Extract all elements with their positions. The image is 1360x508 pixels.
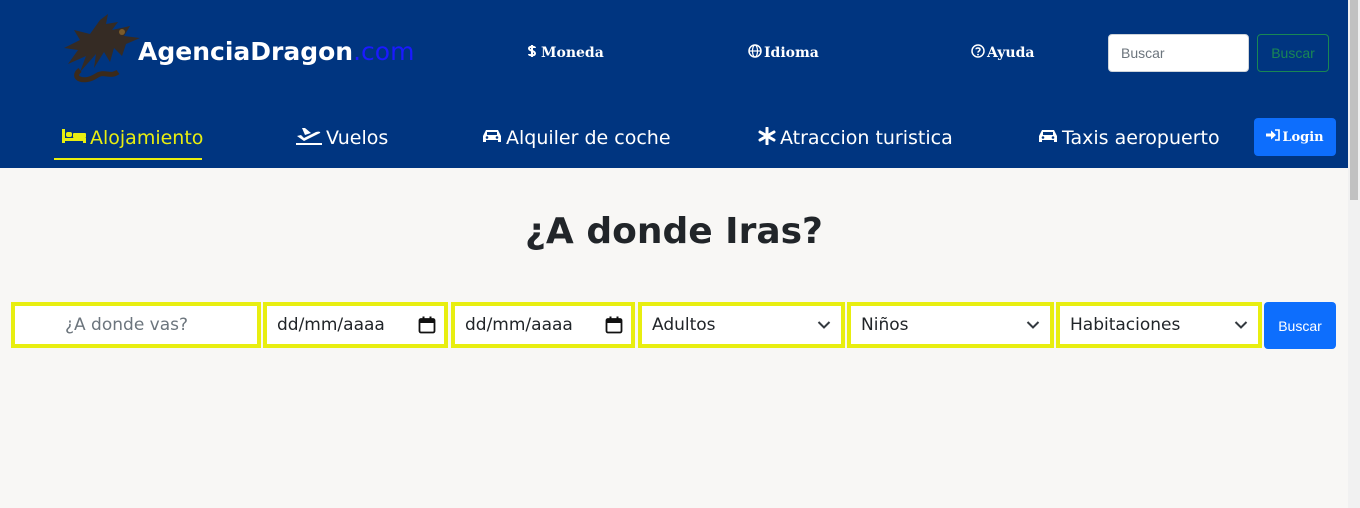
nav-label-vuelos: Vuelos [326,127,389,149]
nav-item-alquiler-coche[interactable]: Alquiler de coche [482,124,671,152]
nav-label-alojamiento: Alojamiento [90,127,204,149]
destination-input[interactable] [15,306,257,344]
children-select[interactable]: Niños [847,302,1054,348]
nav-item-taxis-aeropuerto[interactable]: Taxis aeropuerto [1038,124,1220,152]
brand-name: AgenciaDragon [138,37,354,66]
plane-icon [296,126,322,151]
adults-select[interactable]: Adultos [638,302,845,348]
globe-icon [748,44,762,62]
language-link[interactable]: Idioma [748,44,819,62]
nav-label-taxis-aeropuerto: Taxis aeropuerto [1062,127,1220,149]
dragon-logo-icon [60,12,144,84]
chevron-down-icon [1016,320,1050,330]
checkin-date-field[interactable]: dd/mm/aaaa [263,302,448,348]
destination-field[interactable] [11,302,261,348]
checkin-date-value: dd/mm/aaaa [277,315,385,335]
checkout-date-value: dd/mm/aaaa [465,315,573,335]
top-navbar: AgenciaDragon.com Moneda Idioma Ayuda Bu… [0,0,1348,168]
asterisk-icon [758,126,776,150]
nav-label-alquiler-coche: Alquiler de coche [506,127,671,149]
currency-label: Moneda [541,45,604,61]
scrollbar-thumb[interactable] [1350,0,1358,200]
booking-search-button[interactable]: Buscar [1264,302,1336,349]
dollar-icon [525,44,539,62]
brand-logo[interactable]: AgenciaDragon.com [138,36,414,68]
taxi-icon [1038,127,1058,149]
rooms-select[interactable]: Habitaciones [1056,302,1262,348]
car-icon [482,127,502,149]
children-select-value: Niños [861,315,909,335]
calendar-icon[interactable] [597,316,631,334]
nav-item-alojamiento[interactable]: Alojamiento [62,124,203,152]
active-nav-indicator [54,158,202,160]
login-label: Login [1282,129,1324,145]
help-link[interactable]: Ayuda [971,44,1034,62]
question-circle-icon [971,44,985,62]
nav-item-vuelos[interactable]: Vuelos [296,124,388,152]
checkout-date-field[interactable]: dd/mm/aaaa [451,302,635,348]
search-button[interactable]: Buscar [1257,34,1329,72]
currency-link[interactable]: Moneda [525,44,604,62]
nav-label-atraccion-turistica: Atraccion turistica [780,127,953,149]
language-label: Idioma [764,45,819,61]
brand-tld: .com [353,37,415,66]
adults-select-value: Adultos [652,315,716,335]
nav-item-atraccion-turistica[interactable]: Atraccion turistica [758,124,953,152]
page-headline: ¿A donde Iras? [525,211,823,252]
help-label: Ayuda [987,45,1035,61]
sign-in-icon [1266,129,1281,145]
bed-icon [62,127,86,149]
chevron-down-icon [807,320,841,330]
search-input[interactable] [1108,34,1249,72]
calendar-icon[interactable] [410,316,444,334]
rooms-select-value: Habitaciones [1070,315,1181,335]
chevron-down-icon [1224,320,1258,330]
login-button[interactable]: Login [1254,118,1336,156]
page-scrollbar[interactable] [1348,0,1360,508]
